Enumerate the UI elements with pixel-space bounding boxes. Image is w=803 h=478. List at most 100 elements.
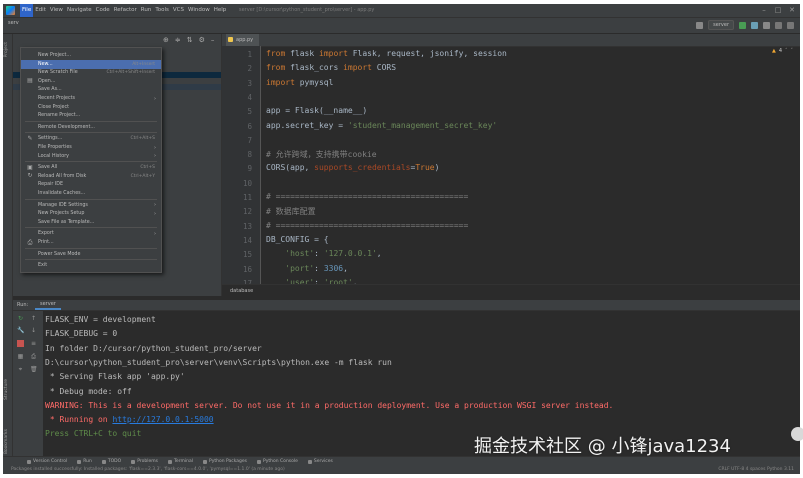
chevron-up-icon[interactable]: ˄ [785,48,788,54]
search-icon[interactable] [775,21,782,29]
menu-navigate[interactable]: Navigate [65,4,94,17]
project-tool-tab[interactable]: Project [4,42,9,57]
print-icon[interactable]: ⎙ [30,353,37,360]
menu-item-exit[interactable]: Exit [21,261,161,270]
gear-icon[interactable]: ⚙ [199,36,205,44]
console-line: Press CTRL+C to quit [45,429,142,439]
run-tab-server[interactable]: server [35,300,61,310]
server-url-link[interactable]: http://127.0.0.1:5000 [112,415,213,424]
run-icon[interactable] [739,21,746,29]
rerun-icon[interactable]: ↻ [17,315,24,322]
menu-item-label: Invalidate Caches... [38,191,86,196]
line-number: 12 [242,207,252,217]
stop-icon[interactable] [763,21,770,29]
code-line[interactable]: from flask_cors import CORS [266,63,396,72]
console-line: In folder D:/cursor/python_student_pro/s… [45,343,262,353]
menu-item-power-save-mode[interactable]: Power Save Mode [21,250,161,259]
code-line[interactable]: 'host': '127.0.0.1', [266,249,381,258]
pin-icon[interactable]: ⌖ [17,366,24,373]
code-line[interactable]: 'port': 3306, [266,264,348,273]
user-icon[interactable] [696,21,704,29]
run-panel-header: Run: server [13,300,800,311]
line-number: 16 [242,264,252,274]
code-line[interactable]: import pymysql [266,78,333,87]
project-name[interactable]: serv [8,20,19,26]
line-number: 1 [247,50,252,59]
close-icon[interactable]: ✕ [788,6,796,14]
line-number: 11 [242,193,252,202]
code-line[interactable]: DB_CONFIG = { [266,235,329,244]
line-number-gutter: 1234567891011121314151617 [222,46,261,288]
soft-wrap-icon[interactable]: ≡ [30,340,37,347]
trash-icon[interactable]: 🗑 [30,366,38,373]
target-icon[interactable]: ⊕ [163,36,169,44]
code-line[interactable]: from flask import Flask, request, jsonif… [266,49,507,58]
menu-item-label: Open... [38,78,56,84]
menu-code[interactable]: Code [94,4,112,17]
scroll-down-icon[interactable]: ↓ [30,327,37,334]
left-tool-strip: Project Structure Bookmarks [3,34,13,462]
menu-item-label: Exit [38,263,48,269]
code-line[interactable]: # ======================================… [266,192,468,201]
window-title: server [D:\cursor\python_student_pro\ser… [239,7,375,13]
structure-tool-tab[interactable]: Structure [4,379,9,400]
pycharm-logo-icon [6,6,15,15]
code-line[interactable]: # ======================================… [266,221,468,230]
code-line[interactable]: # 数据库配置 [266,206,316,217]
breadcrumb[interactable]: database [222,284,800,296]
menu-window[interactable]: Window [186,4,212,17]
collapse-icon[interactable]: ≑ [175,36,181,44]
menu-help[interactable]: Help [212,4,229,17]
menu-vcs[interactable]: VCS [171,4,186,17]
menu-item-label: Close Project [38,104,70,110]
menu-tools[interactable]: Tools [153,4,171,17]
status-message[interactable]: Packages installed successfully: Install… [11,465,285,474]
menu-item-label: Save As... [38,87,62,93]
menu-item-remote-development[interactable]: Remote Development... [21,123,161,132]
chevron-right-icon: › [154,95,156,102]
bookmarks-tool-tab[interactable]: Bookmarks [4,429,9,454]
menu-view[interactable]: View [48,4,65,17]
menu-run[interactable]: Run [139,4,154,17]
menu-item-save-file-as-template[interactable]: Save File as Template... [21,218,161,227]
code-line[interactable]: # 允许跨域，支持携带cookie [266,149,377,160]
minimize-icon[interactable]: – [760,6,768,14]
line-number: 3 [247,78,252,88]
maximize-icon[interactable]: □ [774,6,782,14]
stop-icon[interactable] [17,340,24,347]
project-panel: ⊕ ≑ ⇅ ⚙ – New Project... New... Alt+Insert… [13,34,221,296]
menu-item-label: New... [38,61,53,67]
wrench-icon: ✎ [27,134,33,142]
debug-icon[interactable] [751,21,758,29]
tool-icon [101,459,106,464]
line-number: 6 [247,121,252,131]
line-number: 5 [247,107,252,117]
menu-item-label: New Scratch File [38,70,78,76]
inspection-widget[interactable]: ▲ 4 ˄ ˅ [772,48,793,54]
code-line[interactable]: app.secret_key = 'student_management_sec… [266,121,497,130]
hide-icon[interactable]: – [211,36,215,44]
menu-separator [25,120,157,122]
chevron-down-icon[interactable]: ˅ [791,48,794,54]
floating-button[interactable] [791,427,803,441]
menu-item-rename-project[interactable]: Rename Project... [21,111,161,120]
menu-edit[interactable]: Edit [33,4,48,17]
status-info[interactable]: CRLF UTF-8 4 spaces Python 3.11 [718,465,794,474]
layout-icon[interactable]: ▦ [17,353,24,360]
menu-item-invalidate-caches[interactable]: Invalidate Caches... [21,189,161,198]
tool-icon [257,459,262,464]
menu-item-print[interactable]: ⎙ Print... [21,238,161,247]
run-config-select[interactable]: server [708,20,734,30]
sort-icon[interactable]: ⇅ [187,36,193,44]
scroll-up-icon[interactable]: ↑ [30,315,37,322]
chevron-right-icon: › [154,210,156,217]
code-line[interactable]: CORS(app, supports_credentials=True) [266,163,439,172]
wrench-icon[interactable]: 🔧 [17,327,24,334]
menu-item-local-history[interactable]: Local History › [21,152,161,161]
save-icon: ▣ [27,163,33,171]
settings-icon[interactable] [787,21,794,29]
menu-refactor[interactable]: Refactor [112,4,139,17]
code-line[interactable]: app = Flask(__name__) [266,106,367,115]
menu-item-shortcut: Ctrl+S [140,165,155,171]
menu-file[interactable]: File [20,4,34,17]
